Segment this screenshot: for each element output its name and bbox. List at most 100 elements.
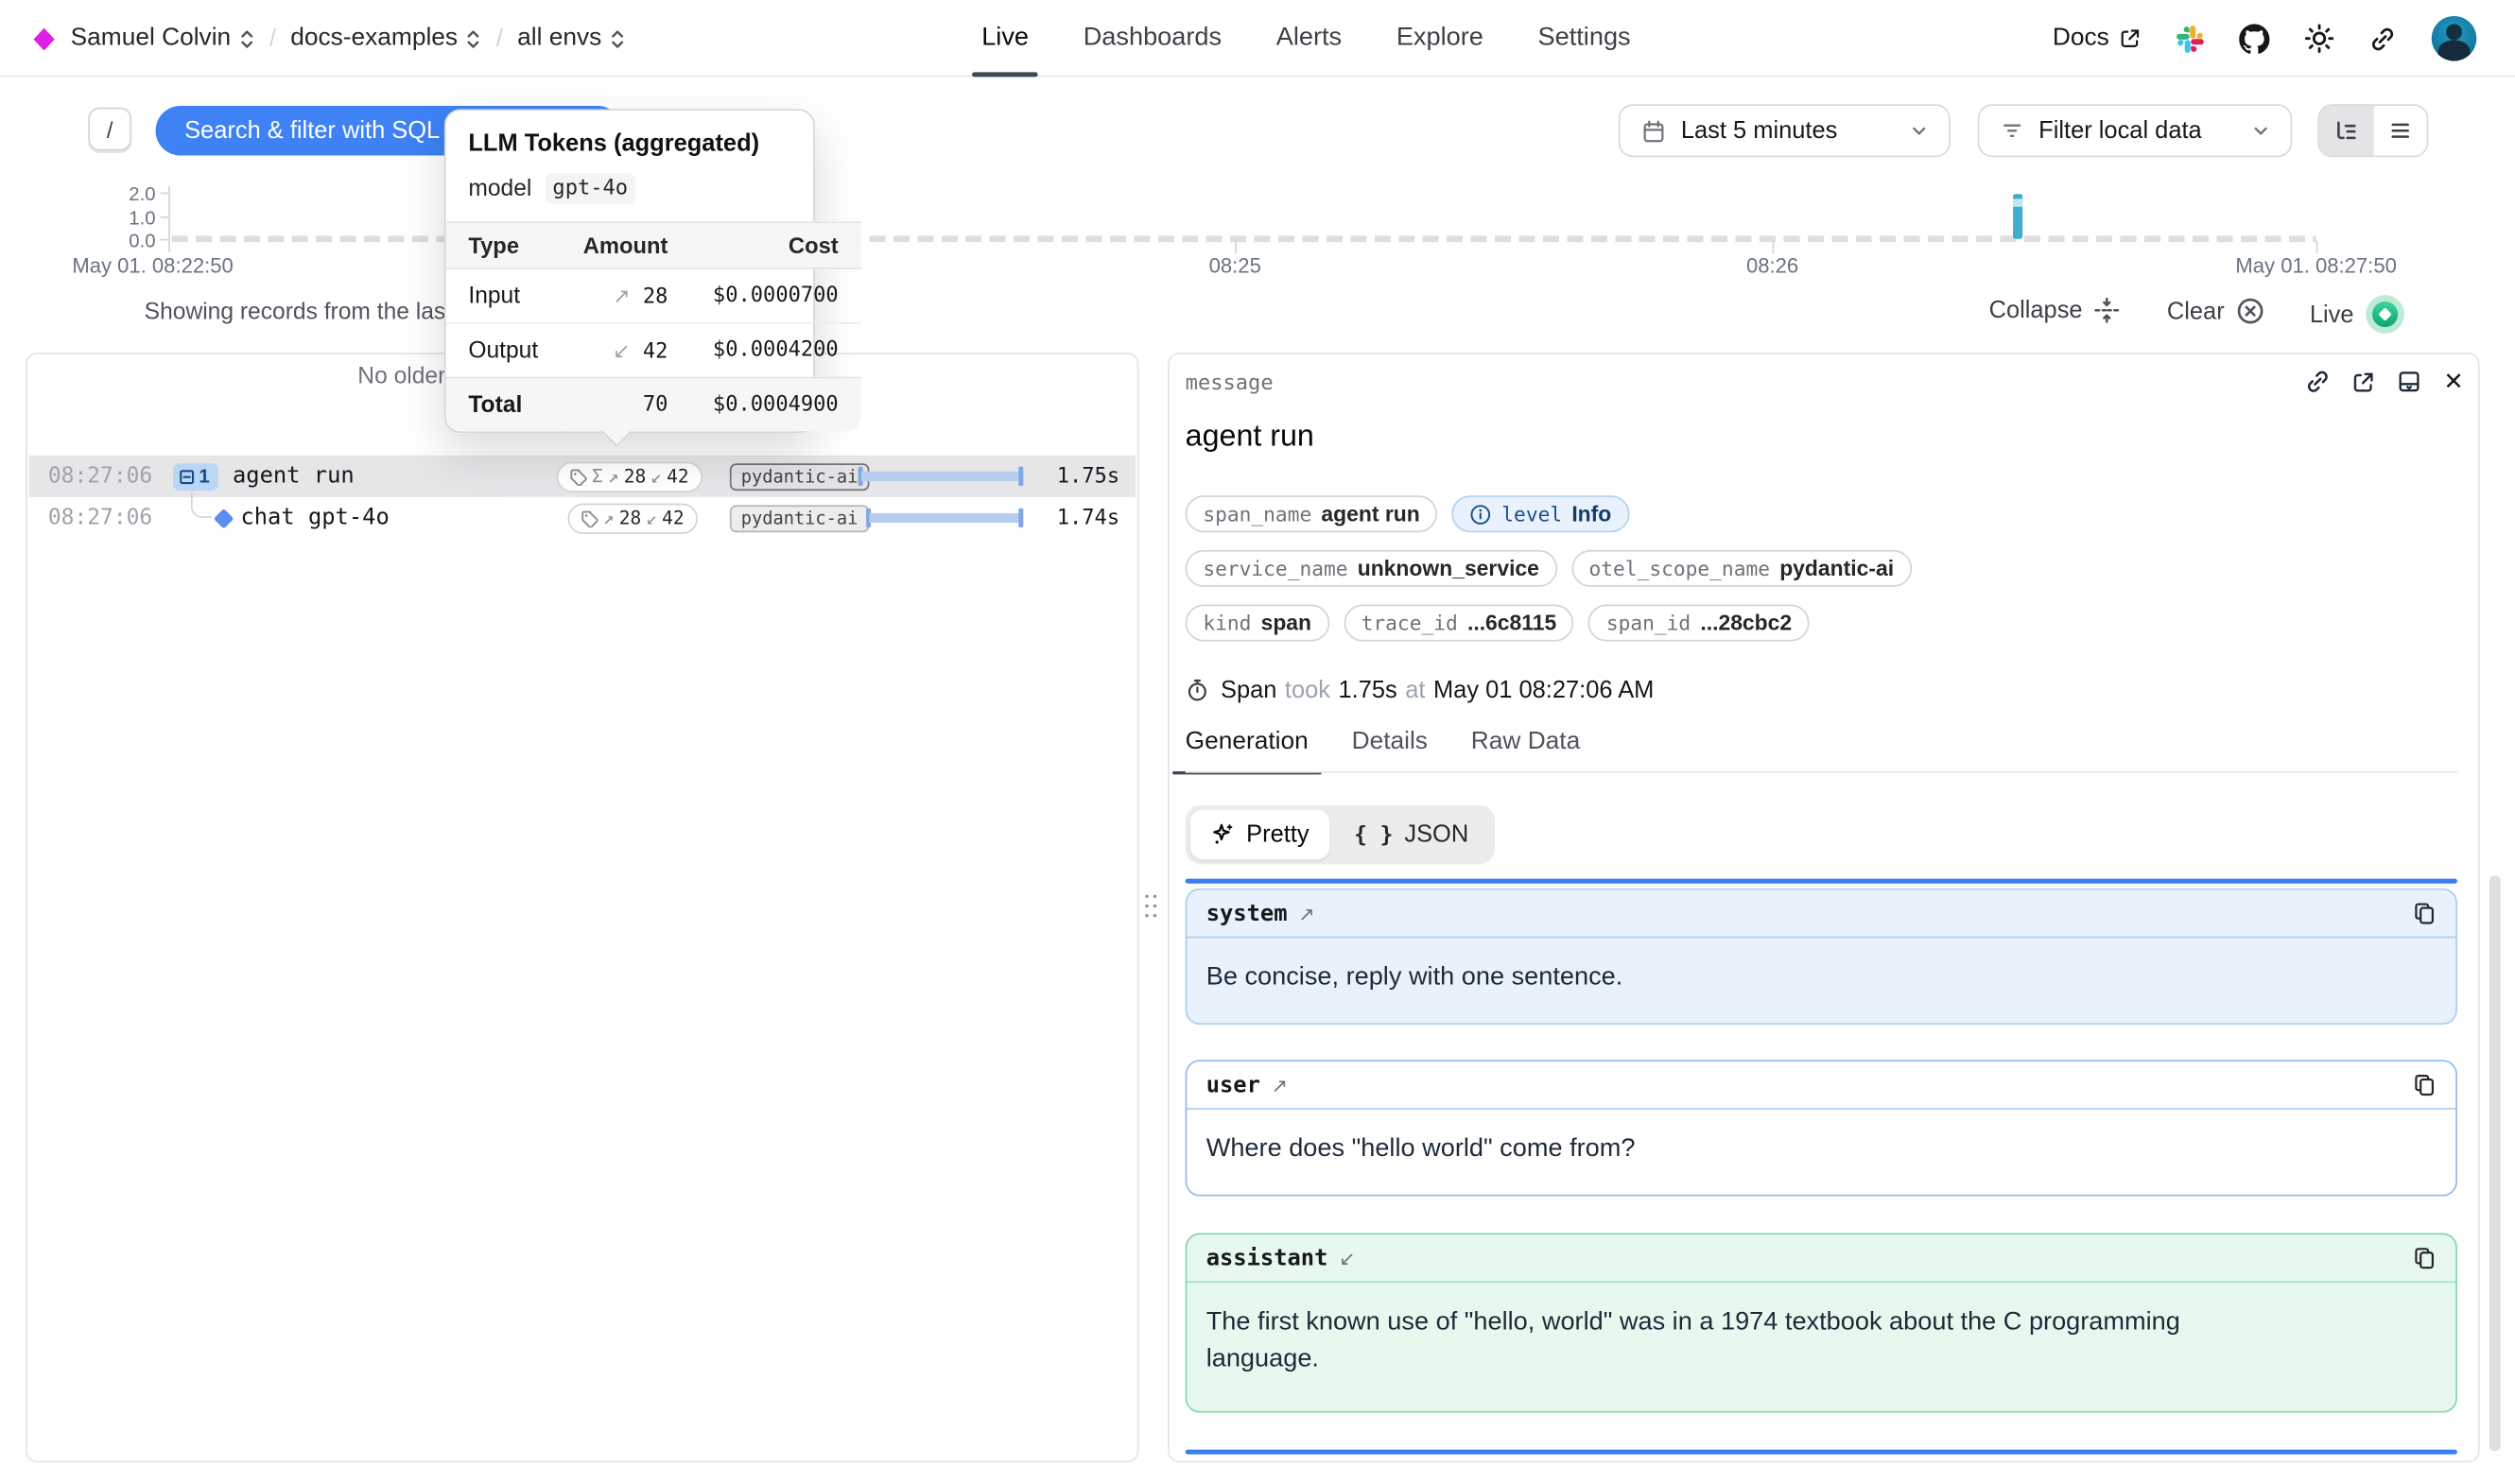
message-card-assistant: assistant ↙ The first known use of "hell… — [1186, 1234, 2457, 1413]
message-card-user: user ↗ Where does "hello world" come fro… — [1186, 1060, 2457, 1196]
span-start-time: 08:27:06 — [48, 456, 152, 497]
view-mode-segmented-control — [2317, 104, 2428, 157]
theme-toggle-icon[interactable] — [2305, 24, 2334, 53]
project-selector[interactable]: docs-examples — [290, 24, 481, 53]
record-count-bar[interactable] — [2013, 194, 2021, 239]
span-name: agent run — [233, 456, 355, 497]
tooltip-title: LLM Tokens (aggregated) — [446, 111, 813, 164]
y-axis-line — [168, 186, 170, 252]
chevron-updown-icon — [610, 26, 626, 50]
y-axis-tick: 0.0 — [108, 230, 156, 252]
tab-dashboards[interactable]: Dashboards — [1084, 0, 1222, 77]
child-count: 1 — [199, 465, 209, 488]
output-tokens: 42 — [667, 465, 689, 488]
span-diamond-icon — [214, 508, 234, 528]
table-row-output: Output ↙ 42 $0.0004200 — [446, 323, 861, 378]
main-nav-tabs: Live Dashboards Alerts Explore Settings — [981, 0, 1630, 77]
panel-resize-handle[interactable] — [1145, 895, 1158, 921]
output-tokens: 42 — [662, 507, 685, 529]
tab-raw-data[interactable]: Raw Data — [1471, 728, 1580, 773]
detail-tabs: Generation Details Raw Data — [1186, 728, 1581, 773]
scope-tag[interactable]: pydantic-ai — [730, 505, 869, 532]
tag-icon — [581, 509, 598, 527]
sigma-icon: Σ — [592, 465, 603, 488]
copy-icon[interactable] — [2412, 1073, 2436, 1096]
col-cost: Cost — [690, 222, 860, 268]
message-text: Where does "hello world" come from? — [1187, 1110, 2455, 1188]
tab-explore[interactable]: Explore — [1396, 0, 1483, 77]
collapse-label: Collapse — [1989, 297, 2083, 324]
pretty-view-button[interactable]: Pretty — [1190, 810, 1330, 860]
input-tokens: 28 — [624, 465, 647, 488]
duration-bar[interactable] — [866, 509, 1023, 527]
collapse-button[interactable]: Collapse — [1989, 297, 2122, 324]
close-icon[interactable]: ✕ — [2443, 370, 2463, 393]
attr-pill-span-id[interactable]: span_id ...28cbc2 — [1588, 605, 1810, 642]
user-avatar[interactable] — [2432, 16, 2477, 61]
x-axis-tick: May 01. 08:27:50 — [2235, 253, 2396, 277]
output-arrow-icon: ↙ — [1339, 1247, 1355, 1269]
copy-icon[interactable] — [2412, 901, 2436, 924]
span-title: agent run — [1186, 420, 1314, 455]
tree-view-button[interactable] — [2319, 106, 2373, 156]
scroll-top-indicator — [1186, 879, 2457, 884]
y-axis-tick: 2.0 — [108, 182, 156, 205]
tokens-table: Type Amount Cost Input ↗ 28 $0.0000700 O… — [446, 221, 861, 431]
attr-pill-span-name[interactable]: span_name agent run — [1186, 495, 1438, 532]
attr-pill-otel-scope-name[interactable]: otel_scope_name pydantic-ai — [1571, 550, 1912, 587]
time-range-selector[interactable]: Last 5 minutes — [1619, 104, 1951, 157]
slack-icon[interactable] — [2177, 25, 2204, 52]
live-toggle[interactable]: Live — [2310, 295, 2403, 334]
time-range-label: Last 5 minutes — [1681, 117, 1838, 145]
open-in-new-icon[interactable] — [2352, 370, 2376, 393]
tab-alerts[interactable]: Alerts — [1276, 0, 1342, 77]
scrollbar[interactable] — [2489, 875, 2501, 1451]
attr-pill-trace-id[interactable]: trace_id ...6c8115 — [1344, 605, 1574, 642]
live-label: Live — [2310, 301, 2354, 328]
duration-bar[interactable] — [859, 467, 1024, 486]
github-icon[interactable] — [2239, 24, 2269, 54]
collapse-children-badge[interactable]: 1 — [173, 462, 217, 490]
copy-icon[interactable] — [2412, 1246, 2436, 1269]
tab-settings[interactable]: Settings — [1538, 0, 1631, 77]
attr-pill-kind[interactable]: kind span — [1186, 605, 1329, 642]
tab-live[interactable]: Live — [981, 0, 1029, 77]
filter-local-data-button[interactable]: Filter local data — [1978, 104, 2293, 157]
scope-tag[interactable]: pydantic-ai — [730, 462, 869, 490]
input-arrow-icon: ↗ — [603, 507, 615, 529]
message-role: user — [1206, 1072, 1260, 1097]
search-shortcut-key[interactable]: / — [88, 108, 131, 151]
input-tokens: 28 — [619, 507, 642, 529]
output-arrow-icon: ↙ — [650, 465, 662, 488]
app-window: Samuel Colvin / docs-examples / all envs… — [0, 0, 2515, 1484]
share-link-icon[interactable] — [2369, 25, 2397, 52]
message-role: assistant — [1206, 1245, 1328, 1270]
dock-panel-icon[interactable] — [2397, 369, 2422, 394]
copy-link-icon[interactable] — [2305, 369, 2331, 394]
tab-details[interactable]: Details — [1352, 728, 1428, 773]
token-counts-pill[interactable]: ↗ 28 ↙ 42 — [568, 503, 698, 533]
json-view-button[interactable]: { } JSON — [1333, 810, 1489, 860]
pydantic-logo-icon — [32, 26, 56, 50]
tree-connector — [191, 488, 212, 518]
token-counts-pill[interactable]: Σ ↗ 28 ↙ 42 — [557, 461, 702, 492]
docs-link[interactable]: Docs — [2053, 24, 2142, 53]
message-text: The first known use of "hello, world" wa… — [1187, 1283, 2239, 1399]
span-name: chat gpt-4o — [240, 497, 389, 539]
stopwatch-icon — [1186, 679, 1209, 702]
org-selector[interactable]: Samuel Colvin — [71, 24, 255, 53]
tab-generation[interactable]: Generation — [1186, 728, 1309, 773]
col-type: Type — [446, 222, 561, 268]
attr-pill-service-name[interactable]: service_name unknown_service — [1186, 550, 1557, 587]
trace-row-chat-gpt4o[interactable]: 08:27:06 chat gpt-4o ↗ 28 ↙ 42 pydantic-… — [29, 497, 1136, 539]
list-view-button[interactable] — [2373, 106, 2427, 156]
model-key: model — [468, 176, 531, 201]
clear-button[interactable]: Clear — [2167, 297, 2264, 326]
collapse-icon — [2093, 297, 2121, 324]
span-kind-label: message — [1186, 372, 1274, 396]
environment-selector[interactable]: all envs — [517, 24, 626, 53]
clear-circle-x-icon — [2236, 297, 2265, 326]
level-pill[interactable]: level Info — [1452, 495, 1629, 532]
col-amount: Amount — [561, 222, 690, 268]
chevron-updown-icon — [239, 26, 255, 50]
